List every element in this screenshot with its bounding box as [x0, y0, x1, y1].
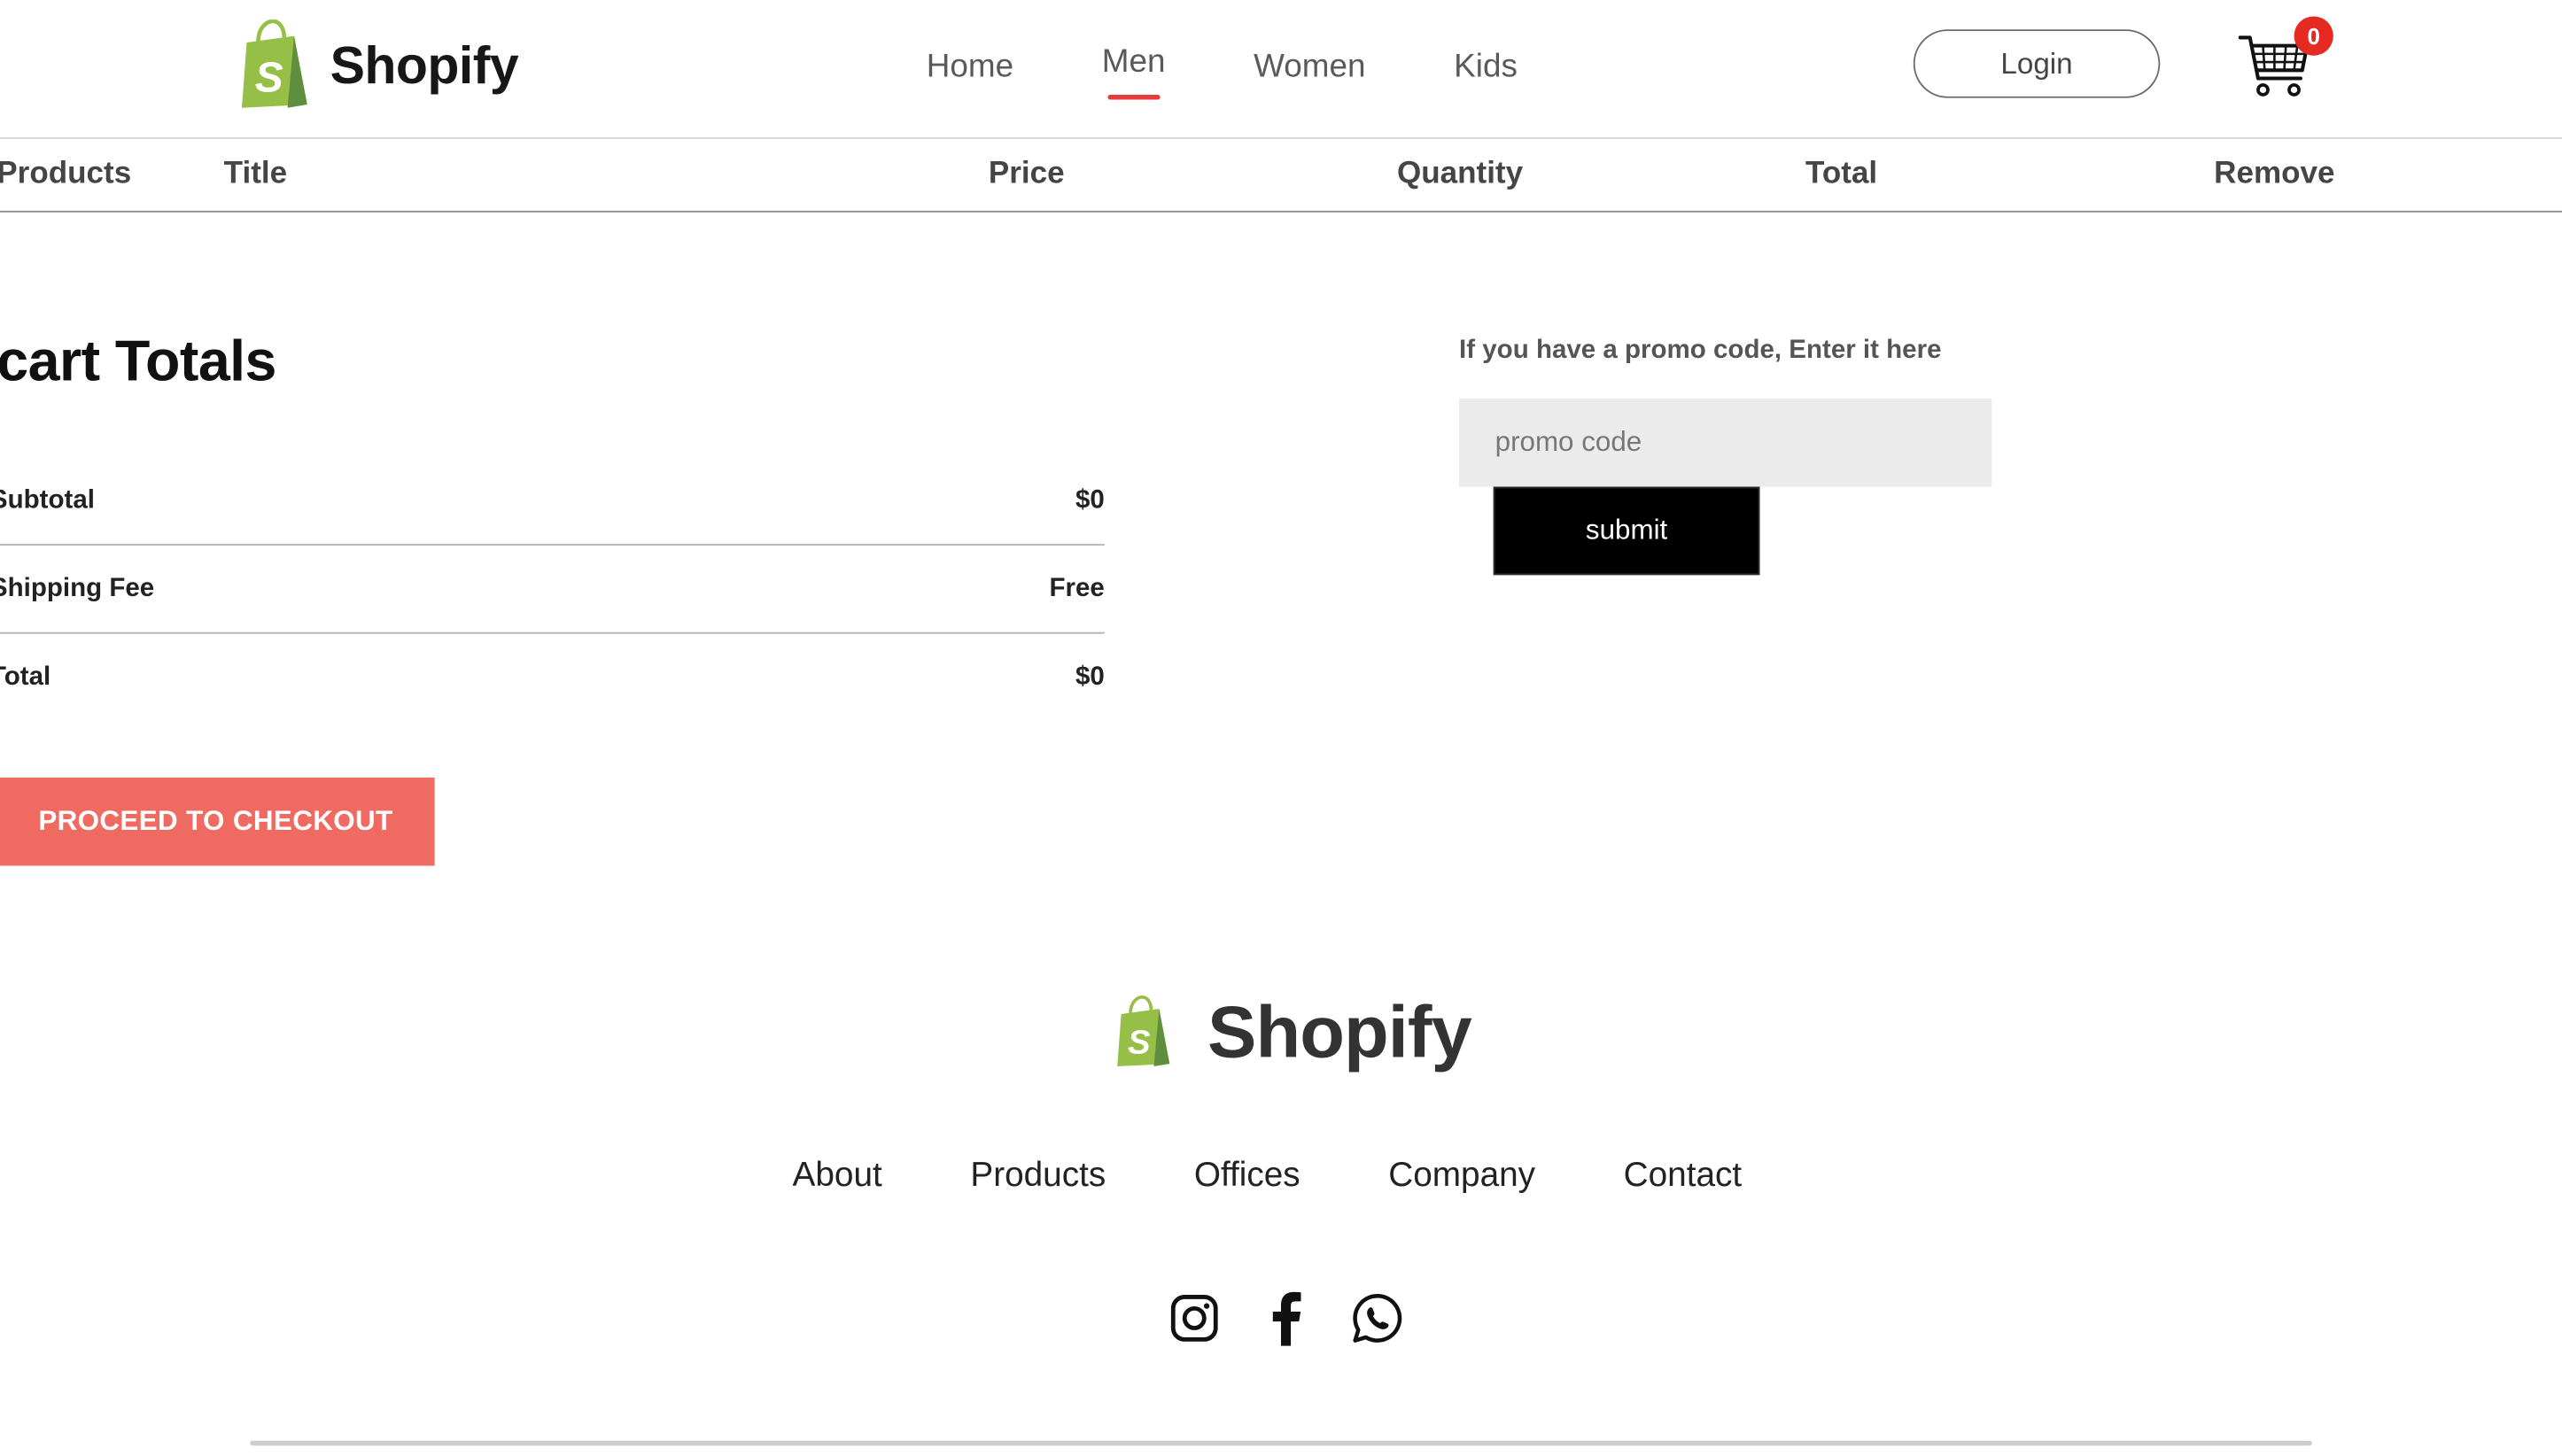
- active-underline: [1107, 94, 1161, 100]
- shipping-value: Free: [1049, 574, 1105, 602]
- col-quantity: Quantity: [1396, 157, 1524, 191]
- nav-women[interactable]: Women: [1209, 39, 1409, 95]
- total-value: $0: [1075, 662, 1105, 692]
- promo-submit-button[interactable]: submit: [1493, 486, 1760, 576]
- footer-link-contact[interactable]: Contact: [1624, 1157, 1742, 1196]
- footer-links: About Products Offices Company Contact: [793, 1157, 1743, 1196]
- cart-button[interactable]: 0: [2238, 16, 2333, 98]
- cart-table-header: Products Title Price Quantity Total Remo…: [0, 141, 2562, 213]
- footer-link-about[interactable]: About: [793, 1157, 882, 1196]
- totals-row-subtotal: Subtotal $0: [0, 457, 1105, 546]
- footer-link-company[interactable]: Company: [1388, 1157, 1535, 1196]
- promo-label: If you have a promo code, Enter it here: [1459, 336, 1942, 365]
- subtotal-value: $0: [1075, 485, 1105, 515]
- shopify-bag-icon: S: [241, 19, 307, 108]
- whatsapp-icon[interactable]: [1351, 1290, 1403, 1346]
- nav-kids-label: Kids: [1454, 49, 1518, 85]
- col-total: Total: [1805, 157, 1878, 191]
- footer-brand-name: Shopify: [1207, 989, 1472, 1073]
- page: S Shopify Home Men Women Kids Login 0 Pr…: [0, 0, 2562, 1455]
- shipping-label: Shipping Fee: [0, 574, 155, 602]
- totals-row-total: Total $0: [0, 634, 1105, 723]
- social-links: [1168, 1290, 1404, 1346]
- facebook-icon[interactable]: [1260, 1290, 1312, 1346]
- svg-text:S: S: [255, 54, 283, 101]
- nav-women-label: Women: [1254, 49, 1366, 85]
- footer-link-offices[interactable]: Offices: [1194, 1157, 1300, 1196]
- nav-home-label: Home: [926, 49, 1014, 85]
- col-remove: Remove: [2214, 157, 2335, 191]
- svg-text:S: S: [1128, 1023, 1151, 1061]
- nav-kids[interactable]: Kids: [1409, 39, 1561, 95]
- instagram-icon[interactable]: [1168, 1290, 1221, 1346]
- col-price: Price: [988, 157, 1065, 191]
- cart-totals-heading: cart Totals: [0, 329, 276, 394]
- login-button[interactable]: Login: [1913, 29, 2161, 98]
- brand-name: Shopify: [330, 35, 519, 95]
- totals-row-shipping: Shipping Fee Free: [0, 546, 1105, 634]
- promo-code-input[interactable]: [1459, 399, 1992, 487]
- footer-brand[interactable]: S Shopify: [1109, 989, 1472, 1075]
- footer-divider: [250, 1440, 2312, 1446]
- subtotal-label: Subtotal: [0, 485, 95, 515]
- cart-count-badge: 0: [2294, 16, 2333, 56]
- total-label: Total: [0, 662, 51, 692]
- top-navbar: S Shopify Home Men Women Kids Login 0: [0, 0, 2562, 139]
- brand-logo-link[interactable]: S Shopify: [232, 19, 519, 111]
- cart-totals-table: Subtotal $0 Shipping Fee Free Total $0: [0, 457, 1105, 722]
- nav-home[interactable]: Home: [882, 39, 1058, 95]
- shopify-bag-icon: S: [1117, 995, 1170, 1067]
- col-title: Title: [223, 157, 288, 191]
- nav-men-label: Men: [1101, 43, 1166, 81]
- main-menu: Home Men Women Kids: [882, 39, 1562, 100]
- col-products: Products: [0, 157, 132, 191]
- proceed-to-checkout-button[interactable]: PROCEED TO CHECKOUT: [0, 777, 435, 866]
- footer-link-products[interactable]: Products: [970, 1157, 1106, 1196]
- nav-men[interactable]: Men: [1058, 35, 1209, 100]
